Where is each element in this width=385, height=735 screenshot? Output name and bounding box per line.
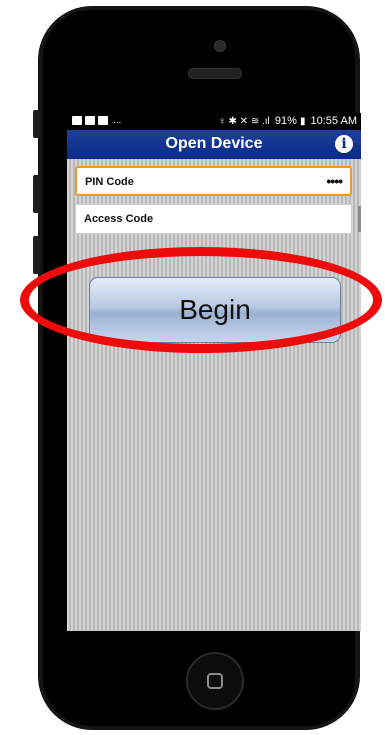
front-camera: [214, 40, 226, 52]
info-icon[interactable]: i: [335, 135, 353, 153]
app-screen: ... ♀ ✱ ✕ ≋ .ıl 91% ▮ 10:55 AM Open Devi…: [67, 113, 361, 631]
page-title: Open Device: [165, 135, 263, 152]
pin-code-value: ••••: [326, 173, 343, 189]
system-status-icons: ♀ ✱ ✕ ≋ .ıl: [218, 116, 270, 127]
pin-code-label: PIN Code: [85, 176, 134, 188]
earpiece-speaker: [188, 68, 242, 79]
notification-icons: ...: [72, 115, 122, 126]
access-code-field[interactable]: Access Code: [75, 204, 352, 234]
battery-percent: 91%: [274, 115, 297, 127]
pin-code-field[interactable]: PIN Code ••••: [75, 166, 352, 196]
battery-icon: ▮: [299, 116, 306, 127]
volume-up-button: [33, 175, 40, 213]
scroll-indicator: [358, 206, 361, 232]
title-bar: Open Device i: [67, 130, 361, 159]
status-bar: ... ♀ ✱ ✕ ≋ .ıl 91% ▮ 10:55 AM: [67, 113, 361, 130]
notification-icon: [72, 116, 82, 125]
access-code-label: Access Code: [84, 213, 154, 225]
clock: 10:55 AM: [310, 115, 357, 127]
home-button: [186, 652, 244, 710]
overflow-indicator: ...: [113, 115, 122, 126]
highlight-circle: [20, 247, 382, 353]
notification-icon: [98, 116, 108, 125]
mute-switch: [33, 110, 40, 138]
volume-down-button: [33, 236, 40, 274]
status-right: ♀ ✱ ✕ ≋ .ıl 91% ▮ 10:55 AM: [218, 115, 357, 127]
image-notification-icon: [85, 116, 95, 125]
home-square-icon: [207, 673, 223, 689]
